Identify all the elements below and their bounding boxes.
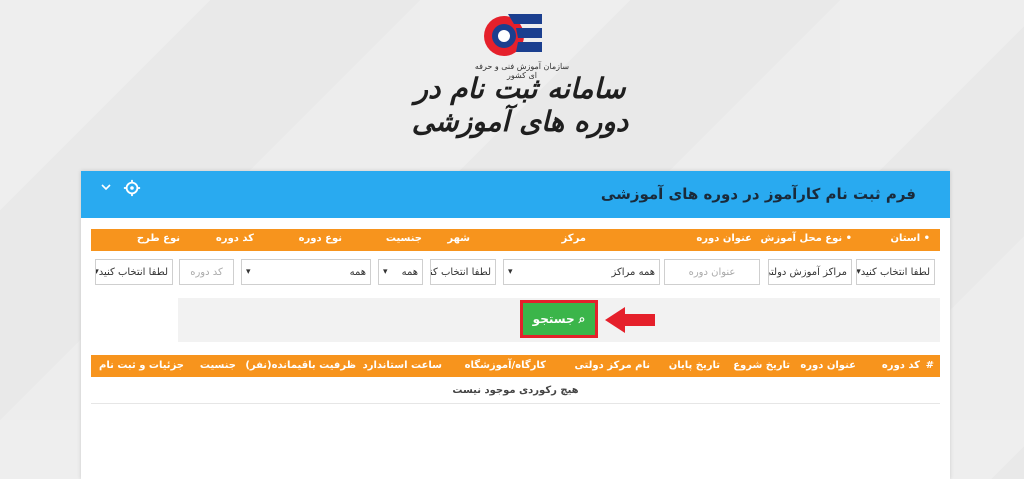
- chevron-down-icon: ▾: [96, 267, 99, 277]
- chevron-down-icon: ▾: [383, 267, 388, 277]
- registration-panel: فرم ثبت نام کارآموز در دوره های آموزشی •…: [81, 171, 950, 479]
- province-select[interactable]: لطفا انتخاب کنید ▾: [856, 259, 935, 285]
- course-type-select[interactable]: همه ▾: [241, 259, 371, 285]
- panel-header: فرم ثبت نام کارآموز در دوره های آموزشی: [81, 171, 950, 218]
- logo-icon: [484, 14, 542, 56]
- filter-header-course-type: نوع دوره: [298, 233, 342, 244]
- chevron-down-icon: ▾: [856, 267, 861, 277]
- site-title: سامانه ثبت نام در دوره های آموزشی: [411, 72, 629, 138]
- results-header-start-date: تاریخ شروع: [733, 360, 790, 371]
- chevron-down-icon[interactable]: [101, 183, 111, 191]
- chevron-down-icon: ▾: [246, 267, 251, 277]
- gender-select[interactable]: همه ▾: [378, 259, 423, 285]
- center-select[interactable]: همه مراکز ▾: [503, 259, 660, 285]
- course-code-input[interactable]: کد دوره: [179, 259, 234, 285]
- filter-header-place-type: • نوع محل آموزش: [760, 233, 852, 244]
- results-header-course-title: عنوان دوره: [800, 360, 856, 371]
- results-header-details: جزئیات و ثبت نام: [99, 360, 184, 371]
- filter-header-row: • استان • نوع محل آموزش عنوان دوره مرکز …: [91, 229, 940, 251]
- results-header-row: # کد دوره عنوان دوره تاریخ شروع تاریخ پا…: [91, 355, 940, 377]
- filter-header-gender: جنسیت: [385, 233, 422, 244]
- course-title-input[interactable]: عنوان دوره: [664, 259, 760, 285]
- filter-header-province: • استان: [890, 233, 930, 244]
- results-header-gender: جنسیت: [199, 360, 236, 371]
- chevron-down-icon: ▾: [508, 267, 513, 277]
- search-icon: ⌕: [578, 311, 586, 326]
- empty-results-message: هیچ رکوردی موجود نیست: [91, 379, 940, 404]
- plan-type-select[interactable]: لطفا انتخاب کنید▾: [95, 259, 173, 285]
- panel-title: فرم ثبت نام کارآموز در دوره های آموزشی: [600, 185, 916, 203]
- results-header-center-name: نام مرکز دولتی: [574, 360, 650, 371]
- results-header-index: #: [925, 360, 934, 371]
- gear-icon[interactable]: [123, 179, 141, 197]
- filter-header-course-title: عنوان دوره: [696, 233, 752, 244]
- filter-header-city: شهر: [447, 233, 470, 244]
- results-header-workshop: کارگاه/آموزشگاه: [464, 360, 546, 371]
- search-button[interactable]: ⌕ جستجو: [520, 300, 598, 338]
- city-select[interactable]: لطفا انتخاب کنید▾: [430, 259, 496, 285]
- results-header-standard-hours: ساعت استاندارد: [362, 360, 442, 371]
- training-place-type-select[interactable]: مراکز آموزش دولتی▾: [768, 259, 852, 285]
- filter-header-course-code: کد دوره: [215, 233, 254, 244]
- site-header: سازمان آموزش فنی و حرفه ای کشور سامانه ث…: [0, 0, 1024, 160]
- filter-header-plan-type: نوع طرح: [136, 233, 180, 244]
- results-header-capacity: ظرفیت باقیمانده(نفر): [245, 360, 356, 371]
- filter-header-center: مرکز: [561, 233, 586, 244]
- arrow-left-icon: [605, 307, 655, 333]
- results-header-course-code: کد دوره: [881, 360, 920, 371]
- results-header-end-date: تاریخ پایان: [668, 360, 720, 371]
